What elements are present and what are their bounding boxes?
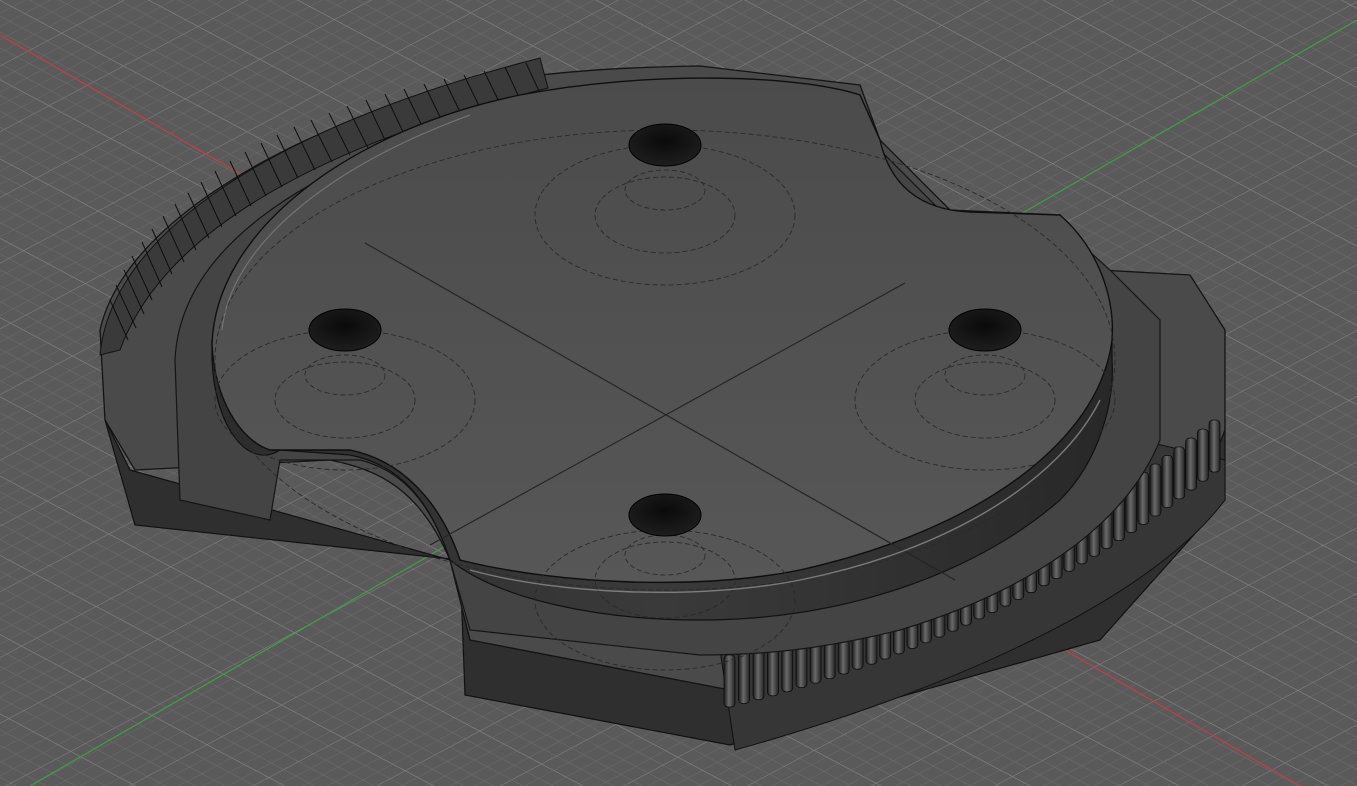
gear-tooth [1161, 455, 1174, 508]
hole-bottom [628, 493, 702, 537]
gear-tooth [1173, 446, 1186, 500]
gear-tooth [1149, 463, 1162, 517]
gear-tooth [1196, 428, 1209, 482]
3d-viewport[interactable] [0, 0, 1357, 786]
gear-tooth [1208, 419, 1221, 473]
hole-top [628, 123, 702, 167]
hole-right [948, 308, 1022, 352]
hole-left [308, 308, 382, 352]
gear-tooth [752, 647, 765, 701]
gear-tooth [738, 651, 750, 704]
gear-tooth [1137, 471, 1150, 525]
gear-tooth [1185, 437, 1197, 491]
gear-tooth [723, 654, 736, 708]
